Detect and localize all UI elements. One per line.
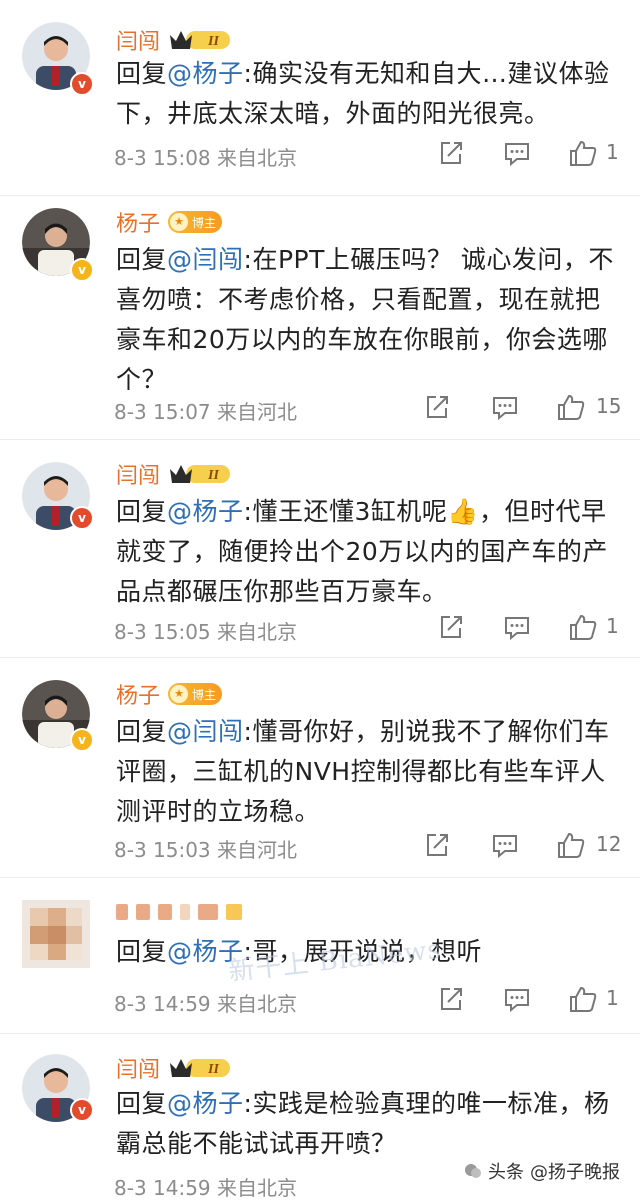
thumbs-up-icon[interactable]	[556, 830, 586, 860]
comment-icon[interactable]	[502, 984, 532, 1014]
share-icon[interactable]	[422, 392, 452, 422]
thumbs-up-icon[interactable]	[568, 138, 598, 168]
verified-badge-icon: v	[70, 728, 94, 752]
comment-meta: 8-3 15:05 来自北京	[114, 620, 298, 644]
wechat-icon	[465, 1164, 481, 1178]
star-icon: ★	[170, 685, 189, 703]
share-icon[interactable]	[436, 138, 466, 168]
comment-meta: 8-3 15:08 来自北京	[114, 146, 298, 170]
verified-badge-icon: v	[70, 258, 94, 282]
comment-item: v 闫闯 II 回复@杨子:懂王还懂3缸机呢👍，但时代早就变了，随便拎出个20万…	[0, 440, 640, 658]
thumbs-up-icon[interactable]	[568, 612, 598, 642]
comment-text: 回复@闫闯:在PPT上碾压吗？ 诚心发问，不喜勿喷：不考虑价格，只看配置，现在就…	[116, 245, 614, 394]
comment-meta: 8-3 15:07 来自河北	[114, 400, 298, 424]
svg-text:II: II	[207, 468, 219, 483]
comment-item: v 杨子 ★ 博主 回复@闫闯:在PPT上碾压吗？ 诚心发问，不喜勿喷：不考虑价格…	[0, 196, 640, 440]
crown-level-badge-icon: II	[170, 1059, 231, 1077]
username[interactable]: 闫闯	[116, 458, 160, 490]
comment-meta: 8-3 14:59 来自北京	[114, 1176, 298, 1200]
blogger-badge: ★ 博主	[168, 683, 223, 705]
like-count: 12	[596, 832, 622, 856]
mention-link[interactable]: @杨子	[167, 59, 244, 88]
comment-text: 回复@杨子:懂王还懂3缸机呢👍，但时代早就变了，随便拎出个20万以内的国产车的产…	[116, 497, 608, 606]
blurred-username[interactable]	[116, 904, 242, 920]
thumbs-up-icon[interactable]	[556, 392, 586, 422]
like-count: 1	[606, 614, 619, 638]
share-icon[interactable]	[436, 984, 466, 1014]
comment-text: 回复@闫闯:懂哥你好，别说我不了解你们车评圈，三缸机的NVH控制得都比有些车评人…	[116, 717, 610, 826]
like-count: 1	[606, 140, 619, 164]
mention-link[interactable]: @杨子	[167, 497, 244, 526]
avatar[interactable]	[22, 900, 90, 968]
username[interactable]: 杨子	[116, 206, 160, 238]
comment-item: v 闫闯 II 回复@杨子:确实没有无知和自大…建议体验下，井底太深太暗，外面的…	[0, 0, 640, 196]
action-bar: 1	[420, 612, 630, 644]
like-count: 15	[596, 394, 622, 418]
thumbs-up-icon[interactable]	[568, 984, 598, 1014]
action-bar: 15	[420, 392, 630, 424]
mention-link[interactable]: @杨子	[167, 1089, 244, 1118]
mention-link[interactable]: @闫闯	[167, 717, 244, 746]
comment-text: 回复@杨子:确实没有无知和自大…建议体验下，井底太深太暗，外面的阳光很亮。	[116, 59, 610, 128]
comment-icon[interactable]	[502, 138, 532, 168]
crown-level-badge-icon: II	[170, 465, 231, 483]
comment-meta: 8-3 14:59 来自北京	[114, 992, 298, 1016]
action-bar: 1	[420, 138, 630, 170]
footer-attribution: 头条 @扬子晚报	[458, 1156, 626, 1186]
svg-text:II: II	[207, 34, 219, 49]
share-icon[interactable]	[436, 612, 466, 642]
action-bar: 12	[420, 830, 630, 862]
svg-text:II: II	[207, 1062, 219, 1077]
blogger-badge: ★ 博主	[168, 211, 223, 233]
username[interactable]: 杨子	[116, 678, 160, 710]
like-count: 1	[606, 986, 619, 1010]
comment-text: 回复@杨子:实践是检验真理的唯一标准，杨霸总能不能试试再开喷？	[116, 1089, 610, 1158]
mention-link[interactable]: @闫闯	[167, 245, 244, 274]
star-icon: ★	[170, 213, 189, 231]
action-bar: 1	[420, 984, 630, 1016]
verified-badge-icon: v	[70, 506, 94, 530]
comment-icon[interactable]	[502, 612, 532, 642]
comment-meta: 8-3 15:03 来自河北	[114, 838, 298, 862]
verified-badge-icon: v	[70, 1098, 94, 1122]
comment-icon[interactable]	[490, 830, 520, 860]
verified-badge-icon: v	[70, 72, 94, 96]
comment-icon[interactable]	[490, 392, 520, 422]
username[interactable]: 闫闯	[116, 24, 160, 56]
share-icon[interactable]	[422, 830, 452, 860]
username[interactable]: 闫闯	[116, 1052, 160, 1084]
comment-item: v 杨子 ★ 博主 回复@闫闯:懂哥你好，别说我不了解你们车评圈，三缸机的NVH控…	[0, 658, 640, 878]
crown-level-badge-icon: II	[170, 31, 231, 49]
